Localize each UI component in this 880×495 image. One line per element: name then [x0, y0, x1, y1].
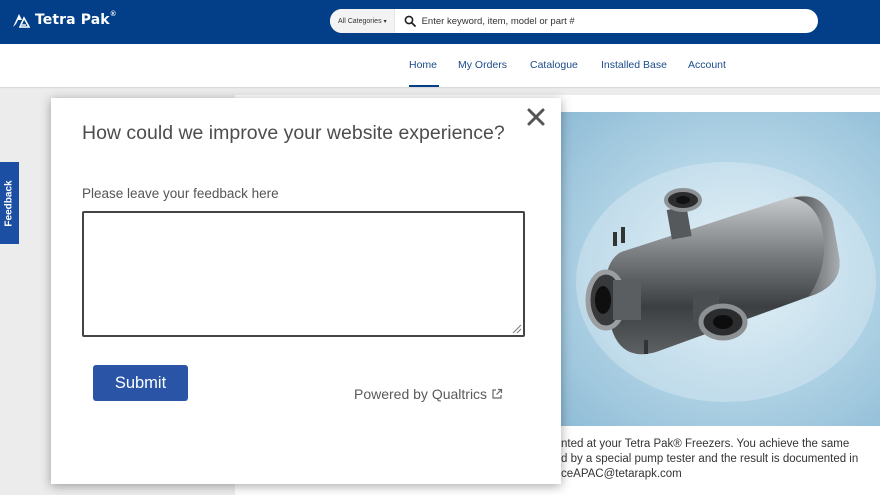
search-input[interactable] — [421, 15, 802, 27]
nav-home[interactable]: Home — [409, 59, 437, 71]
logo-text: Tetra Pak — [35, 12, 110, 28]
nav-my-orders[interactable]: My Orders — [458, 59, 507, 71]
feedback-tab-label: Feedback — [4, 179, 16, 227]
resize-handle-icon[interactable] — [510, 322, 522, 334]
chevron-down-icon: ▾ — [383, 18, 387, 25]
close-icon[interactable] — [525, 106, 547, 128]
background-text-line-2: d by a special pump tester and the resul… — [561, 453, 859, 465]
main-nav: Home My Orders Catalogue Installed Base … — [0, 44, 880, 88]
search-bar: All Categories ▾ — [330, 9, 818, 33]
background-text-line-1: nted at your Tetra Pak® Freezers. You ac… — [561, 438, 850, 450]
nav-installed-base[interactable]: Installed Base — [601, 59, 667, 71]
nav-active-indicator — [409, 85, 439, 87]
feedback-textarea[interactable] — [82, 211, 525, 337]
search-icon[interactable] — [404, 15, 416, 27]
product-image — [561, 112, 880, 426]
external-link-icon — [492, 388, 503, 399]
tetra-pak-logo[interactable]: Tetra Pak ® — [12, 10, 116, 28]
feedback-modal: How could we improve your website experi… — [51, 98, 561, 484]
background-text-line-3: ceAPAC@tetarapk.com — [561, 468, 682, 480]
powered-by-label: Powered by Qualtrics — [354, 386, 488, 402]
category-dropdown-label: All Categories — [338, 17, 382, 25]
category-dropdown[interactable]: All Categories ▾ — [330, 9, 395, 33]
modal-title: How could we improve your website experi… — [82, 122, 505, 144]
submit-button[interactable]: Submit — [93, 365, 188, 401]
nav-account[interactable]: Account — [688, 59, 726, 71]
logo-registered-mark: ® — [110, 10, 116, 18]
pump-illustration — [576, 162, 876, 402]
powered-by-qualtrics-link[interactable]: Powered by Qualtrics — [354, 386, 503, 402]
tetra-pak-logo-icon — [13, 14, 30, 28]
nav-catalogue[interactable]: Catalogue — [530, 59, 578, 71]
feedback-label: Please leave your feedback here — [82, 186, 279, 201]
feedback-tab[interactable]: Feedback — [0, 162, 19, 244]
top-header: Tetra Pak ® All Categories ▾ — [0, 0, 880, 44]
